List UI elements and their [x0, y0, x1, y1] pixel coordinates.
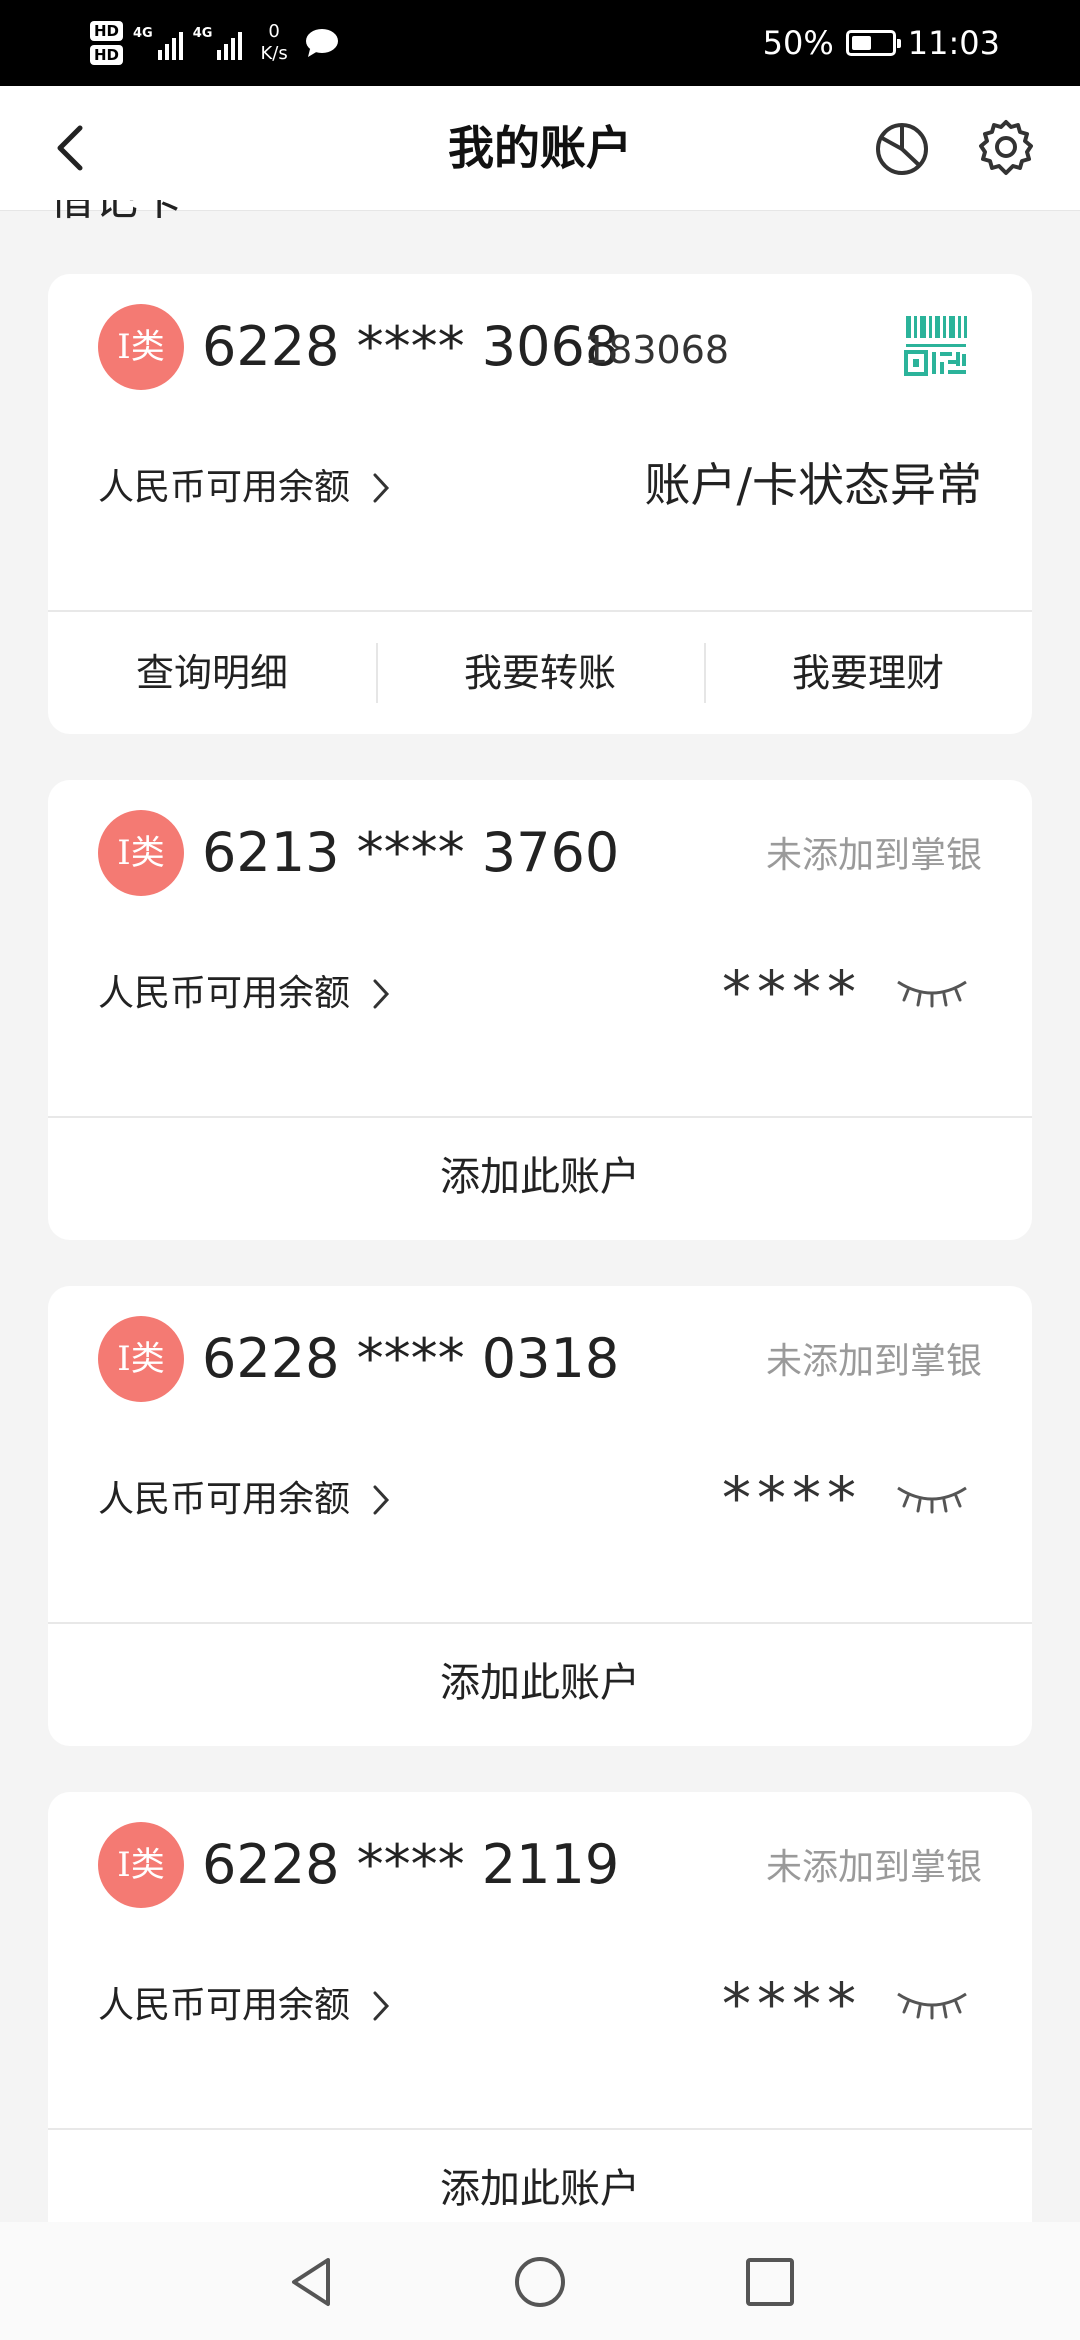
balance-label-text: 人民币可用余额 [98, 1985, 351, 2026]
balance-label-text: 人民币可用余额 [98, 973, 351, 1014]
account-type-badge: I类 [98, 810, 184, 896]
hd-indicator: HD HD [90, 21, 124, 65]
net-speed-value: 0 [268, 21, 280, 42]
balance-label-text: 人民币可用余额 [98, 1479, 351, 1520]
eye-closed-icon[interactable] [894, 1480, 970, 1518]
clock: 11:03 [907, 24, 1000, 62]
account-type-badge: I类 [98, 1316, 184, 1402]
eye-closed-icon[interactable] [894, 1986, 970, 2024]
balance-status: 账户/卡状态异常 [644, 458, 983, 512]
account-card: I类 6228 **** 0318 未添加到掌银 人民币可用余额 **** 添加… [48, 1286, 1032, 1746]
add-account-button[interactable]: 添加此账户 [48, 1624, 1032, 1746]
account-type-badge: I类 [98, 1822, 184, 1908]
card-number: 6213 **** 3760 [202, 821, 620, 884]
card-status: 未添加到掌银 [765, 1341, 982, 1382]
balance-label[interactable]: 人民币可用余额 [98, 1472, 392, 1528]
pie-chart-icon[interactable] [872, 118, 932, 178]
masked-balance: **** [722, 1970, 862, 2038]
account-card: I类 6228 **** 2119 未添加到掌银 人民币可用余额 **** 添加… [48, 1792, 1032, 2272]
net-speed-unit: K/s [260, 43, 288, 64]
system-nav-bar [0, 2222, 1080, 2340]
network-type-1: 4G [133, 26, 153, 41]
account-card: I类 6213 **** 3760 未添加到掌银 人民币可用余额 **** 添加… [48, 780, 1032, 1240]
card-actions: 查询明细 我要转账 我要理财 [48, 612, 1032, 734]
chevron-right-icon [373, 1485, 390, 1515]
balance-label[interactable]: 人民币可用余额 [98, 966, 392, 1022]
card-number: 6228 **** 3068 [202, 315, 620, 378]
card-status: 未添加到掌银 [765, 1847, 982, 1888]
status-bar: HD HD 4G 4G 0 K/s 50% 11:03 [0, 0, 1080, 86]
battery-fill [851, 36, 871, 50]
signal-icon: 4G [133, 26, 183, 60]
status-bar-right: 50% 11:03 [763, 20, 1000, 66]
balance-label[interactable]: 人民币可用余额 [98, 460, 392, 516]
nav-back-icon[interactable] [284, 2254, 340, 2310]
query-details-button[interactable]: 查询明细 [48, 643, 376, 703]
message-icon [305, 29, 338, 57]
gear-icon[interactable] [976, 118, 1036, 178]
signal-icon-2: 4G [193, 26, 243, 60]
transfer-button[interactable]: 我要转账 [376, 643, 704, 703]
eye-closed-icon[interactable] [894, 974, 970, 1012]
nav-home-icon[interactable] [512, 2254, 568, 2310]
section-heading-partial: 借记卡 [50, 200, 182, 224]
nav-recents-icon[interactable] [742, 2254, 798, 2310]
battery-percent: 50% [762, 24, 834, 62]
account-card: I类 6228 **** 3068 183068 人民币可用余额 账户/卡状态异… [48, 274, 1032, 734]
masked-balance: **** [722, 1464, 862, 1532]
header: 我的账户 [0, 86, 1080, 211]
battery-icon [845, 30, 901, 56]
qr-code-icon[interactable] [904, 314, 968, 376]
section-heading-text: 借记卡 [50, 200, 182, 224]
masked-balance: **** [722, 958, 862, 1026]
card-number: 6228 **** 0318 [202, 1327, 620, 1390]
chevron-right-icon [373, 473, 390, 503]
net-speed: 0 K/s [260, 21, 287, 65]
balance-label-text: 人民币可用余额 [98, 467, 351, 508]
add-account-button[interactable]: 添加此账户 [48, 1118, 1032, 1240]
status-bar-left: HD HD 4G 4G 0 K/s [90, 14, 340, 72]
chevron-right-icon [373, 1991, 390, 2021]
card-code: 183068 [584, 328, 730, 372]
wealth-management-button[interactable]: 我要理财 [704, 643, 1032, 703]
chevron-right-icon [373, 979, 390, 1009]
card-number: 6228 **** 2119 [202, 1833, 620, 1896]
network-type-2: 4G [192, 26, 213, 41]
account-type-badge: I类 [98, 304, 184, 390]
card-status: 未添加到掌银 [765, 835, 982, 876]
balance-label[interactable]: 人民币可用余额 [98, 1978, 392, 2034]
